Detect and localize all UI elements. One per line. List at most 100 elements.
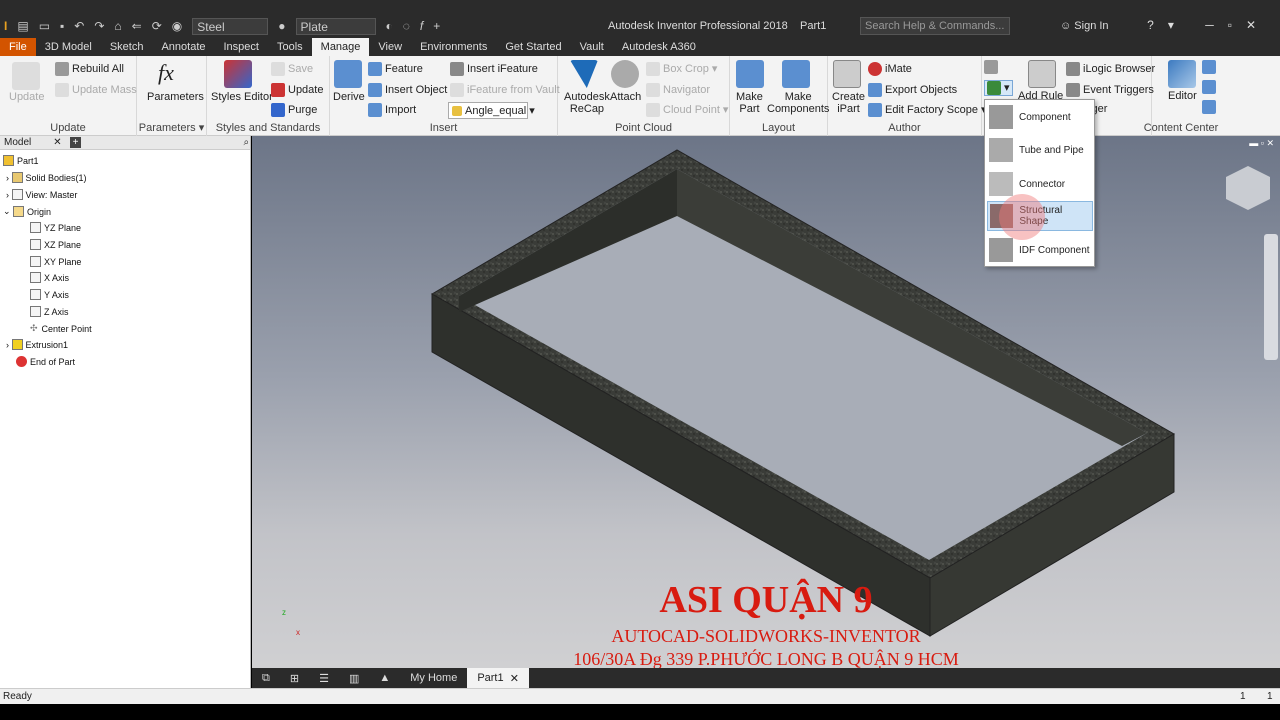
tab-autodesk-a360[interactable]: Autodesk A360 [613,38,705,56]
appearance-combo[interactable]: Plate [295,17,376,35]
update-button[interactable]: Update [9,91,44,103]
create-ipart-button[interactable]: Create iPart [832,91,865,115]
new-icon[interactable]: ▤ [17,19,28,33]
place-dropdown-button[interactable]: ▾ [984,80,1013,97]
add-browser-tab-icon[interactable]: + [69,137,82,148]
browser-search-icon[interactable]: ⌕ [243,137,249,148]
recap-button[interactable]: Autodesk ReCap [564,91,610,115]
export-objects-button[interactable]: Export Objects [868,83,957,97]
tree-extrusion1[interactable]: › Extrusion1 [6,339,68,350]
cc-tool-2-icon[interactable] [1202,80,1219,94]
vertical-tile-icon[interactable]: ▥ [339,668,369,688]
cloud-point-button[interactable]: Cloud Point ▾ [646,103,728,118]
viewport-window-controls[interactable]: ▬ ▫ ✕ [1249,138,1274,149]
angle-combo[interactable]: Angle_equal ▾ [448,102,535,119]
tab-menu-icon[interactable]: ▲ [369,668,400,688]
home-icon[interactable]: ⌂ [114,19,121,33]
material-combo[interactable]: Steel [192,17,269,35]
menu-item-connector[interactable]: Connector [987,169,1093,199]
tab-model[interactable]: Model [4,137,31,148]
tab-vault[interactable]: Vault [571,38,613,56]
ifeature-from-vault-button[interactable]: iFeature from Vault [450,83,560,97]
insert-object-button[interactable]: Insert Object [368,83,447,97]
adjust-icon[interactable]: ◐ [386,19,393,33]
menu-item-idf-component[interactable]: IDF Component [987,235,1093,265]
tree-x-axis[interactable]: X Axis [30,272,69,283]
help-search-input[interactable]: Search Help & Commands... [860,17,1010,35]
tab-get-started[interactable]: Get Started [496,38,570,56]
select-icon[interactable]: ◉ [172,19,182,33]
content-dropdown-trigger[interactable] [984,60,1001,74]
edit-factory-scope-button[interactable]: Edit Factory Scope ▾ [868,103,987,118]
insert-ifeature-button[interactable]: Insert iFeature [450,62,538,76]
save-icon[interactable]: ▪ [60,19,64,33]
tree-view-master[interactable]: › View: Master [6,189,77,200]
purge-button[interactable]: Purge [271,103,317,117]
tab-environments[interactable]: Environments [411,38,496,56]
event-triggers-button[interactable]: Event Triggers [1066,83,1154,97]
inventor-logo-icon[interactable]: I [4,19,7,33]
menu-item-tube-and-pipe[interactable]: Tube and Pipe [987,135,1093,165]
close-tab-icon[interactable]: ✕ [510,672,519,685]
tile-icon[interactable]: ⊞ [280,668,309,688]
undo-icon[interactable]: ↶ [74,19,84,33]
styles-editor-button[interactable]: Styles Editor [211,91,273,103]
doc-tab-part1[interactable]: Part1 ✕ [467,668,529,688]
menu-item-component[interactable]: Component [987,102,1093,132]
tab-sketch[interactable]: Sketch [101,38,153,56]
redo-icon[interactable]: ↷ [94,19,104,33]
tree-part1[interactable]: Part1 [3,155,39,166]
tab-inspect[interactable]: Inspect [215,38,268,56]
fx-icon[interactable]: f [420,19,423,33]
tab-3d-model[interactable]: 3D Model [36,38,101,56]
update-mass-button[interactable]: Update Mass [55,83,137,97]
navigator-button[interactable]: Navigator [646,83,710,97]
clear-icon[interactable]: ◌ [403,19,410,33]
tab-annotate[interactable]: Annotate [152,38,214,56]
ilogic-browser-button[interactable]: iLogic Browser [1066,62,1155,76]
add-icon[interactable]: + [433,19,440,33]
horizontal-tile-icon[interactable]: ☰ [309,668,339,688]
sign-in-link[interactable]: ☺ Sign In [1060,20,1109,32]
styles-save-button[interactable]: Save [271,62,313,76]
tab-view[interactable]: View [369,38,411,56]
doc-tab-my-home[interactable]: My Home [400,668,467,688]
cc-tool-3-icon[interactable] [1202,100,1219,114]
tab-file[interactable]: File [0,38,36,56]
cc-tool-1-icon[interactable] [1202,60,1219,74]
styles-update-button[interactable]: Update [271,83,323,97]
tree-y-axis[interactable]: Y Axis [30,289,69,300]
update-icon[interactable]: ⟳ [152,19,162,33]
tree-yz-plane[interactable]: YZ Plane [30,222,81,233]
tree-xy-plane[interactable]: XY Plane [30,256,81,267]
tree-end-of-part[interactable]: End of Part [16,356,75,367]
navigation-bar[interactable] [1264,234,1278,360]
parameters-button[interactable]: Parameters [147,91,204,103]
return-icon[interactable]: ⇐ [132,19,142,33]
box-crop-button[interactable]: Box Crop ▾ [646,62,717,77]
feature-button[interactable]: Feature [368,62,423,76]
make-part-button[interactable]: Make Part [736,91,763,115]
cascade-icon[interactable]: ⧉ [252,668,280,688]
watermark-subtitle: AUTOCAD-SOLIDWORKS-INVENTOR [611,626,921,646]
tree-xz-plane[interactable]: XZ Plane [30,239,81,250]
tree-solid-bodies[interactable]: › Solid Bodies(1) [6,172,87,183]
tab-manage[interactable]: Manage [311,38,370,56]
tree-origin[interactable]: ⌄ Origin [3,206,51,217]
angle-icon [452,106,462,117]
color-wheel-icon[interactable]: ● [278,19,285,33]
attach-button[interactable]: Attach [610,91,641,103]
tree-z-axis[interactable]: Z Axis [30,306,69,317]
derive-button[interactable]: Derive [333,91,365,103]
open-icon[interactable]: ▭ [39,19,50,33]
import-button[interactable]: Import [368,103,416,117]
tree-center-point[interactable]: ✣ Center Point [30,323,92,334]
make-components-button[interactable]: Make Components [767,91,829,115]
close-browser-icon[interactable]: ✕ [53,137,61,148]
window-controls[interactable]: ?▾ ─▫✕ [1147,18,1270,32]
rebuild-all-button[interactable]: Rebuild All [55,62,124,76]
menu-item-structural-shape[interactable]: Structural Shape [987,194,1093,240]
tab-tools[interactable]: Tools [268,38,312,56]
content-editor-button[interactable]: Editor [1168,90,1197,102]
imate-button[interactable]: iMate [868,62,912,76]
